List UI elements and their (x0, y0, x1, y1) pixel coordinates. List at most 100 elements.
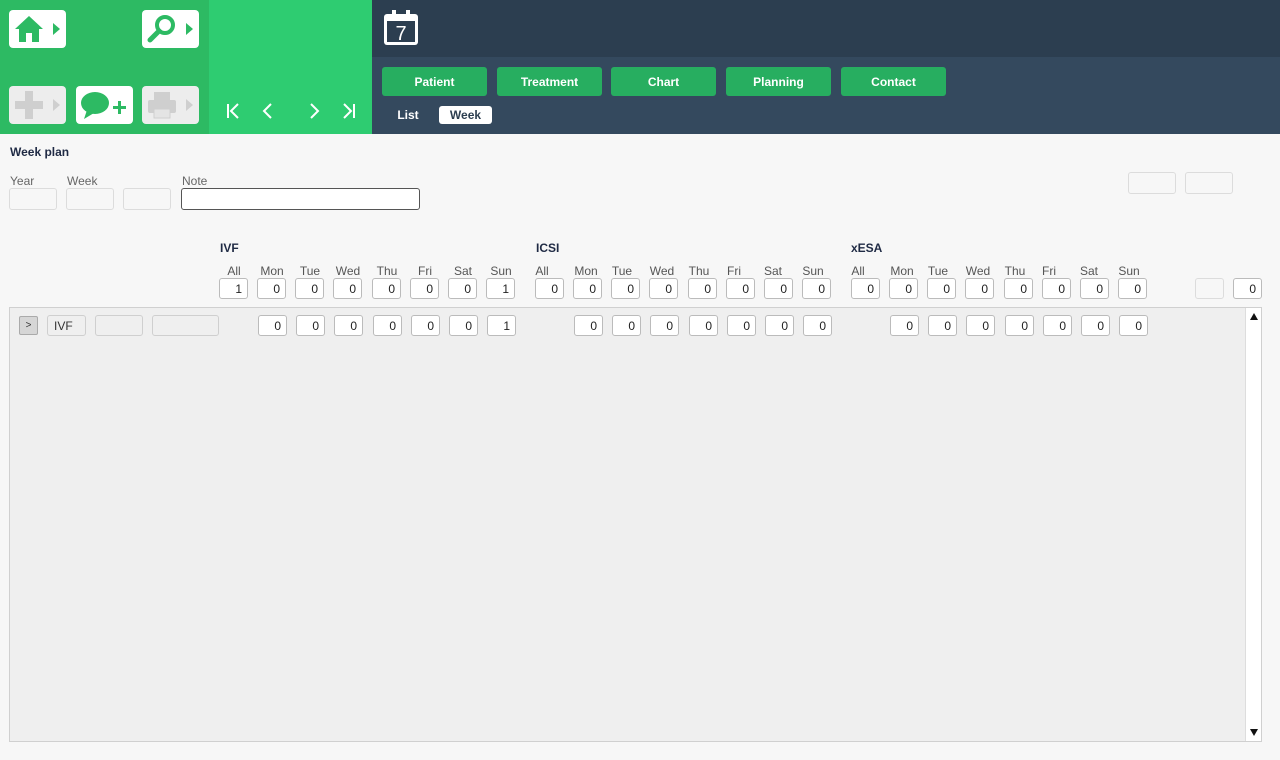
action-button-1[interactable] (1128, 172, 1176, 194)
year-field[interactable] (9, 188, 57, 210)
row-icsi-wed[interactable]: 0 (650, 315, 679, 336)
row-icsi-sun[interactable]: 0 (803, 315, 832, 336)
vertical-scrollbar[interactable] (1245, 308, 1261, 741)
extra-total[interactable]: 0 (1233, 278, 1262, 299)
comment-add-icon (81, 92, 126, 119)
total-ivf-mon[interactable]: 0 (257, 278, 286, 299)
row-field-2[interactable] (152, 315, 219, 336)
row-icsi-tue[interactable]: 0 (612, 315, 641, 336)
row-xesa-mon[interactable]: 0 (890, 315, 919, 336)
total-xesa-mon[interactable]: 0 (889, 278, 918, 299)
row-ivf-sat[interactable]: 0 (449, 315, 478, 336)
last-page-icon[interactable] (339, 101, 359, 121)
total-xesa-all[interactable]: 0 (851, 278, 880, 299)
subtab-list[interactable]: List (390, 106, 426, 124)
day-label: Sun (490, 264, 512, 278)
row-icsi-thu[interactable]: 0 (689, 315, 718, 336)
row-xesa-sat[interactable]: 0 (1081, 315, 1110, 336)
row-icsi-mon[interactable]: 0 (574, 315, 603, 336)
row-ivf-fri[interactable]: 0 (411, 315, 440, 336)
total-icsi-tue[interactable]: 0 (611, 278, 640, 299)
day-label: Wed (335, 264, 361, 278)
row-xesa-sun[interactable]: 0 (1119, 315, 1148, 336)
tab-treatment[interactable]: Treatment (497, 67, 602, 96)
total-xesa-fri[interactable]: 0 (1042, 278, 1071, 299)
total-ivf-sun[interactable]: 1 (486, 278, 515, 299)
total-xesa-sun[interactable]: 0 (1118, 278, 1147, 299)
total-icsi-fri[interactable]: 0 (726, 278, 755, 299)
subtab-week[interactable]: Week (439, 106, 492, 124)
day-label: Tue (927, 264, 949, 278)
row-type[interactable]: IVF (47, 315, 86, 336)
tab-planning[interactable]: Planning (726, 67, 831, 96)
home-button[interactable] (9, 10, 66, 48)
chevron-right-icon (186, 23, 193, 35)
day-label: Sun (1118, 264, 1140, 278)
note-label: Note (182, 174, 208, 188)
print-button[interactable] (142, 86, 199, 124)
add-button[interactable] (9, 86, 66, 124)
scroll-down-icon[interactable] (1250, 729, 1258, 736)
row-ivf-thu[interactable]: 0 (373, 315, 402, 336)
row-xesa-fri[interactable]: 0 (1043, 315, 1072, 336)
total-icsi-mon[interactable]: 0 (573, 278, 602, 299)
tab-chart[interactable]: Chart (611, 67, 716, 96)
day-label: Sat (453, 264, 472, 278)
total-ivf-all[interactable]: 1 (219, 278, 248, 299)
calendar-day: 7 (395, 23, 406, 45)
total-icsi-thu[interactable]: 0 (688, 278, 717, 299)
row-xesa-thu[interactable]: 0 (1005, 315, 1034, 336)
row-ivf-mon[interactable]: 0 (258, 315, 287, 336)
row-ivf-wed[interactable]: 0 (334, 315, 363, 336)
total-icsi-all[interactable]: 0 (535, 278, 564, 299)
week-label: Week (67, 174, 98, 188)
row-ivf-tue[interactable]: 0 (296, 315, 325, 336)
expand-row-button[interactable]: > (19, 316, 38, 335)
year-label: Year (10, 174, 35, 188)
extra-total-blank[interactable] (1195, 278, 1224, 299)
page-title: Week plan (10, 145, 70, 159)
row-icsi-fri[interactable]: 0 (727, 315, 756, 336)
total-icsi-wed[interactable]: 0 (649, 278, 678, 299)
module-header: 7 (372, 0, 1280, 57)
chevron-right-icon (53, 23, 60, 35)
action-button-2[interactable] (1185, 172, 1233, 194)
add-comment-button[interactable] (76, 86, 133, 124)
chevron-left-icon[interactable] (258, 101, 278, 121)
tab-patient[interactable]: Patient (382, 67, 487, 96)
day-label: Sat (763, 264, 782, 278)
tab-contact[interactable]: Contact (841, 67, 946, 96)
toolbar-actions (0, 0, 209, 134)
total-icsi-sat[interactable]: 0 (764, 278, 793, 299)
total-ivf-thu[interactable]: 0 (372, 278, 401, 299)
total-ivf-tue[interactable]: 0 (295, 278, 324, 299)
week-field[interactable] (66, 188, 114, 210)
scroll-up-icon[interactable] (1250, 313, 1258, 320)
total-xesa-thu[interactable]: 0 (1004, 278, 1033, 299)
total-ivf-fri[interactable]: 0 (410, 278, 439, 299)
row-field-1[interactable] (95, 315, 143, 336)
note-field[interactable] (181, 188, 420, 210)
day-label: Thu (376, 264, 398, 278)
toolbar (0, 0, 372, 134)
total-ivf-wed[interactable]: 0 (333, 278, 362, 299)
chevron-right-icon[interactable] (304, 101, 324, 121)
day-label: Mon (260, 264, 284, 278)
total-ivf-sat[interactable]: 0 (448, 278, 477, 299)
total-xesa-tue[interactable]: 0 (927, 278, 956, 299)
total-xesa-sat[interactable]: 0 (1080, 278, 1109, 299)
day-label: Fri (418, 264, 432, 278)
plus-icon (15, 91, 43, 119)
total-xesa-wed[interactable]: 0 (965, 278, 994, 299)
row-ivf-sun[interactable]: 1 (487, 315, 516, 336)
search-button[interactable] (142, 10, 199, 48)
week-extra-field[interactable] (123, 188, 171, 210)
row-xesa-tue[interactable]: 0 (928, 315, 957, 336)
row-xesa-wed[interactable]: 0 (966, 315, 995, 336)
day-label: All (535, 264, 549, 278)
row-icsi-sat[interactable]: 0 (765, 315, 794, 336)
day-label: Tue (299, 264, 321, 278)
first-page-icon[interactable] (223, 101, 243, 121)
printer-icon (148, 92, 176, 119)
total-icsi-sun[interactable]: 0 (802, 278, 831, 299)
